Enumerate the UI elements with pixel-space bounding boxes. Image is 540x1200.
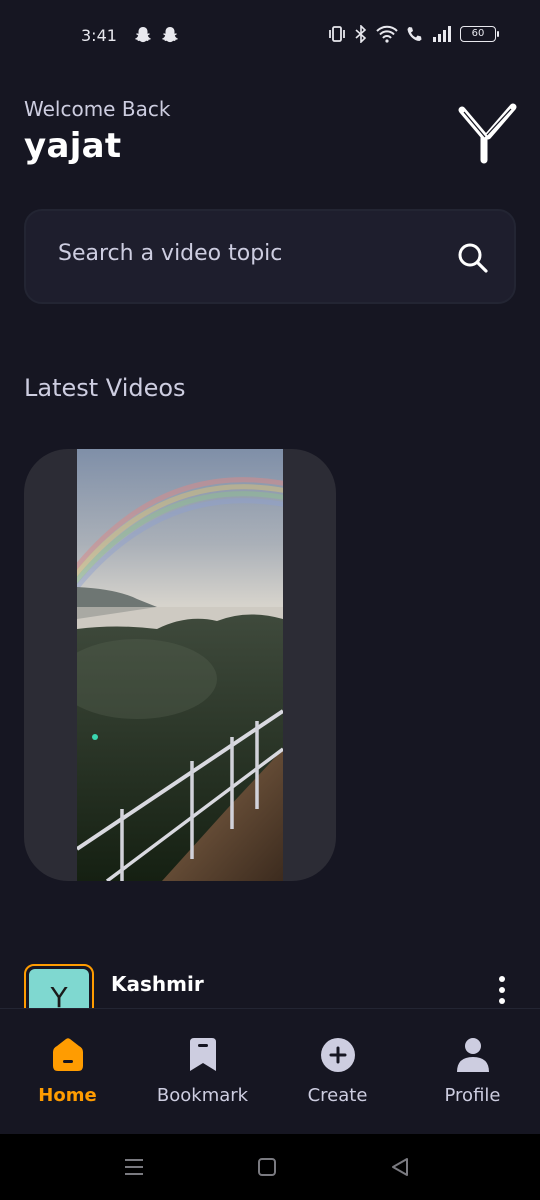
status-time: 3:41: [81, 26, 117, 45]
home-icon: [52, 1038, 83, 1071]
tab-home[interactable]: Home: [0, 1009, 135, 1135]
tab-create[interactable]: Create: [270, 1009, 405, 1135]
app-logo: [458, 103, 517, 164]
tab-home-label: Home: [38, 1085, 97, 1106]
tab-bookmark-label: Bookmark: [156, 1085, 249, 1106]
bluetooth-icon: [355, 25, 367, 43]
tab-profile-label: Profile: [444, 1085, 501, 1106]
home-button-icon[interactable]: [255, 1155, 279, 1179]
bookmark-icon: [189, 1038, 216, 1071]
call-icon: [407, 27, 422, 41]
plus-circle-icon: [320, 1038, 355, 1072]
system-nav-bar: [0, 1134, 540, 1200]
snapchat-icon: [135, 27, 151, 43]
search-input[interactable]: Search a video topic: [58, 241, 282, 266]
welcome-text: Welcome Back: [24, 97, 171, 121]
recent-apps-icon[interactable]: [122, 1155, 146, 1179]
latest-videos-title: Latest Videos: [24, 374, 186, 402]
battery-icon: 60: [460, 26, 499, 42]
search-icon[interactable]: [456, 241, 490, 275]
profile-icon: [456, 1038, 489, 1072]
video-title[interactable]: Kashmir: [111, 972, 204, 996]
signal-icon: [433, 26, 451, 42]
tab-profile[interactable]: Profile: [405, 1009, 540, 1135]
wifi-icon: [376, 25, 398, 43]
tab-create-label: Create: [307, 1085, 368, 1106]
snapchat-icon: [162, 27, 178, 43]
trending-video-card[interactable]: [24, 449, 336, 881]
status-bar: 3:41 60: [0, 0, 540, 72]
video-thumbnail[interactable]: [77, 449, 283, 881]
search-bar[interactable]: Search a video topic: [24, 209, 516, 304]
status-icons: 60: [328, 25, 499, 43]
tab-bookmark[interactable]: Bookmark: [135, 1009, 270, 1135]
username: yajat: [24, 126, 122, 166]
bottom-nav: Home Bookmark Create Profile: [0, 1008, 540, 1134]
more-options-icon[interactable]: [496, 976, 508, 1010]
vibrate-icon: [329, 26, 345, 42]
back-icon[interactable]: [388, 1155, 412, 1179]
